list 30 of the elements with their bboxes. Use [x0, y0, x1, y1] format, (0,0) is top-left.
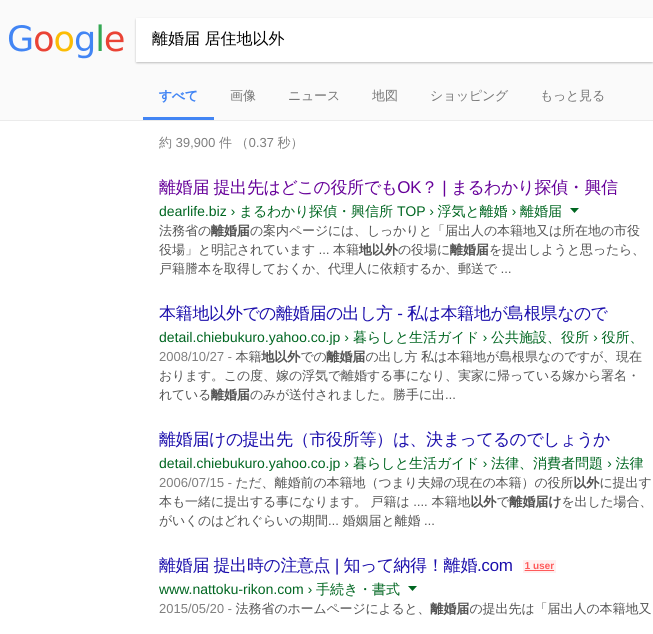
result-title-link[interactable]: 離婚届けの提出先（市役所等）は、決まってるのでしょうか: [159, 429, 610, 451]
search-tab[interactable]: 画像: [214, 82, 272, 120]
search-tab[interactable]: 地図: [356, 82, 414, 120]
result-title-link[interactable]: 本籍地以外での離婚届の出し方 - 私は本籍地が島根県なので: [159, 303, 608, 325]
google-logo[interactable]: Google: [0, 22, 136, 58]
result-url: dearlife.biz › まるわかり探偵・興信所 TOP › 浮気と離婚 › 離婚届: [159, 202, 562, 221]
result-snippet-line: 2006/07/15 - ただ、離婚前の本籍地（つまり夫婦の現在の本籍）の役所以外に提出す: [159, 474, 653, 492]
result-snippet-line: れている離婚届のみが送付されました。勝手に出...: [159, 386, 457, 404]
search-tab[interactable]: すべて: [143, 82, 214, 120]
result-snippet-line: 法務省の離婚届の案内ページには、しっかりと「届出人の本籍地又は所在地の市役: [159, 222, 641, 240]
result-stats: 約 39,900 件 （0.37 秒）: [159, 134, 305, 152]
dropdown-caret-icon[interactable]: [570, 208, 580, 214]
search-field[interactable]: 離婚届 居住地以外: [136, 18, 653, 62]
result-title-link[interactable]: 離婚届 提出時の注意点 | 知って納得！離婚.com: [159, 555, 513, 577]
user-count-tag[interactable]: 1 user: [522, 560, 556, 572]
result-snippet-line: 戸籍謄本を取得しておくか、代理人に依頼するか、郵送で ...: [159, 260, 512, 278]
result-snippet-line: 2015/05/20 - 法務省のホームページによると、離婚届の提出先は「届出人の本籍地又: [159, 600, 653, 618]
result-url: www.nattoku-rikon.com › 手続き・書式: [159, 580, 400, 599]
search-tab[interactable]: ショッピング: [414, 82, 524, 120]
result-snippet-line: おります。この度、嫁の浮気で離婚する事になり、実家に帰っている嫁から署名・: [159, 367, 641, 385]
dropdown-caret-icon[interactable]: [408, 586, 418, 592]
result-url: detail.chiebukuro.yahoo.co.jp › 暮らしと生活ガイド › 法律、消費者問題 › 法律: [159, 454, 644, 473]
result-title-link[interactable]: 離婚届 提出先はどこの役所でもOK？ | まるわかり探偵・興信: [159, 177, 618, 199]
result-snippet-line: 役場」と明記されています ... 本籍地以外の役場に離婚届を提出しようと思ったら、: [159, 241, 646, 259]
result-snippet-line: 本も一緒に提出する事になります。 戸籍は .... 本籍地以外で離婚届けを出した場合、: [159, 493, 653, 511]
result-url: detail.chiebukuro.yahoo.co.jp › 暮らしと生活ガイド › 公共施設、役所 › 役所、: [159, 328, 644, 347]
result-snippet-line: 2008/10/27 - 本籍地以外での離婚届の出し方 私は本籍地が島根県なのですが、現在: [159, 348, 644, 366]
result-snippet-line: がいくのはどれぐらいの期間... 婚姻届と離婚 ...: [159, 512, 436, 530]
search-tab[interactable]: もっと見る: [524, 82, 621, 120]
search-tab[interactable]: ニュース: [272, 82, 356, 120]
